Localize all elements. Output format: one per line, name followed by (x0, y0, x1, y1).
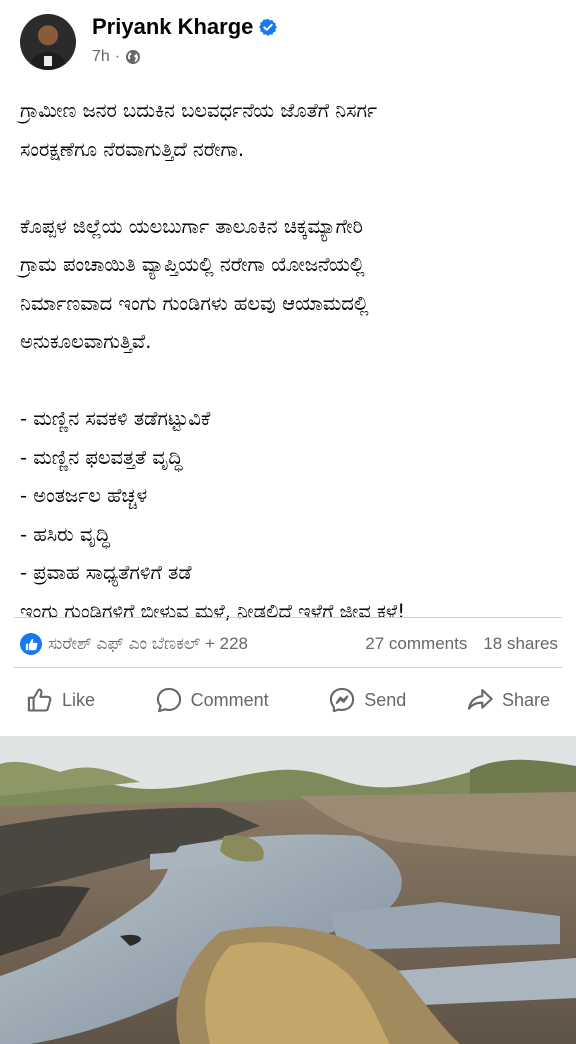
author-name[interactable]: Priyank Kharge (92, 14, 253, 40)
bullet-item: - ಅಂತರ್ಜಲ ಹೆಚ್ಚಳ (20, 484, 148, 507)
post-text-line: ಗ್ರಾಮೀಣ ಜನರ ಬದುಕಿನ ಬಲವರ್ಧನೆಯ ಜೊತೆಗೆ ನಿಸರ… (20, 99, 378, 122)
post-time[interactable]: 7h (92, 48, 110, 66)
send-button[interactable]: Send (328, 686, 406, 714)
verified-badge-icon (259, 18, 278, 36)
post-text-line: ಸಂರಕ್ಷಣೆಗೂ ನೆರವಾಗುತ್ತಿದೆ ನರೇಗಾ. (20, 137, 245, 161)
post-text-line: ಅನುಕೂಲವಾಗುತ್ತಿವೆ. (20, 330, 152, 353)
author-row: Priyank Kharge (92, 14, 278, 40)
meta-separator: · (114, 48, 121, 65)
bullet-item: - ಹಸಿರು ವೃದ್ಧಿ (20, 522, 111, 546)
bullet-item: - ಪ್ರವಾಹ ಸಾಧ್ಯತೆಗಳಿಗೆ ತಡೆ (20, 561, 192, 584)
post-text-line: ನಿರ್ಮಾಣವಾದ ಇಂಗು ಗುಂಡಿಗಳು ಹಲವು ಆಯಾಮದಲ್ಲಿ (20, 291, 369, 315)
reactions-summary[interactable]: ಸುರೇಶ್ ಎಫ್ ಎಂ ಬೆಣಕಲ್ + 228 (48, 634, 365, 654)
action-bar: Like Comment Send Share (0, 675, 576, 725)
post-photo[interactable] (0, 736, 576, 1044)
comments-count[interactable]: 27 comments (365, 634, 467, 654)
post-text-line: ಗ್ರಾಮ ಪಂಚಾಯಿತಿ ವ್ಯಾಪ್ತಿಯಲ್ಲಿ ನರೇಗಾ ಯೋಜನೆ… (20, 253, 365, 276)
comment-button[interactable]: Comment (155, 686, 269, 714)
messenger-icon (330, 687, 355, 713)
thumbs-up-icon (20, 633, 42, 655)
post-text-line: ಕೊಪ್ಪಳ ಜಿಲ್ಲೆಯ ಯಲಬುರ್ಗಾ ತಾಲೂಕಿನ ಚಿಕ್ಕಮ್ಯ… (20, 214, 363, 238)
share-arrow-icon (467, 689, 493, 710)
comment-label: Comment (190, 689, 269, 710)
globe-icon (126, 50, 141, 64)
divider (14, 667, 562, 668)
post-message: ಗ್ರಾಮೀಣ ಜನರ ಬದುಕಿನ ಬಲವರ್ಧನೆಯ ಜೊತೆಗೆ ನಿಸರ… (20, 92, 566, 631)
send-label: Send (364, 689, 407, 710)
shares-count[interactable]: 18 shares (483, 634, 558, 654)
divider (14, 617, 562, 618)
like-label: Like (62, 689, 96, 710)
share-button[interactable]: Share (466, 686, 550, 714)
share-label: Share (501, 689, 550, 710)
like-icon (27, 688, 52, 712)
post-header: Priyank Kharge 7h · (0, 0, 576, 80)
bullet-item: - ಮಣ್ಣಿನ ಸವಕಳಿ ತಡೆಗಟ್ಟುವಿಕೆ (20, 407, 211, 430)
landscape-photo (0, 736, 576, 1044)
comment-icon (156, 687, 181, 713)
avatar[interactable] (20, 14, 76, 70)
post-meta: 7h · (92, 48, 141, 66)
like-button[interactable]: Like (26, 686, 95, 714)
engagement-bar: ಸುರೇಶ್ ಎಫ್ ಎಂ ಬೆಣಕಲ್ + 228 27 comments 1… (0, 622, 576, 666)
bullet-item: - ಮಣ್ಣಿನ ಫಲವತ್ತತೆ ವೃದ್ಧಿ (20, 445, 183, 469)
